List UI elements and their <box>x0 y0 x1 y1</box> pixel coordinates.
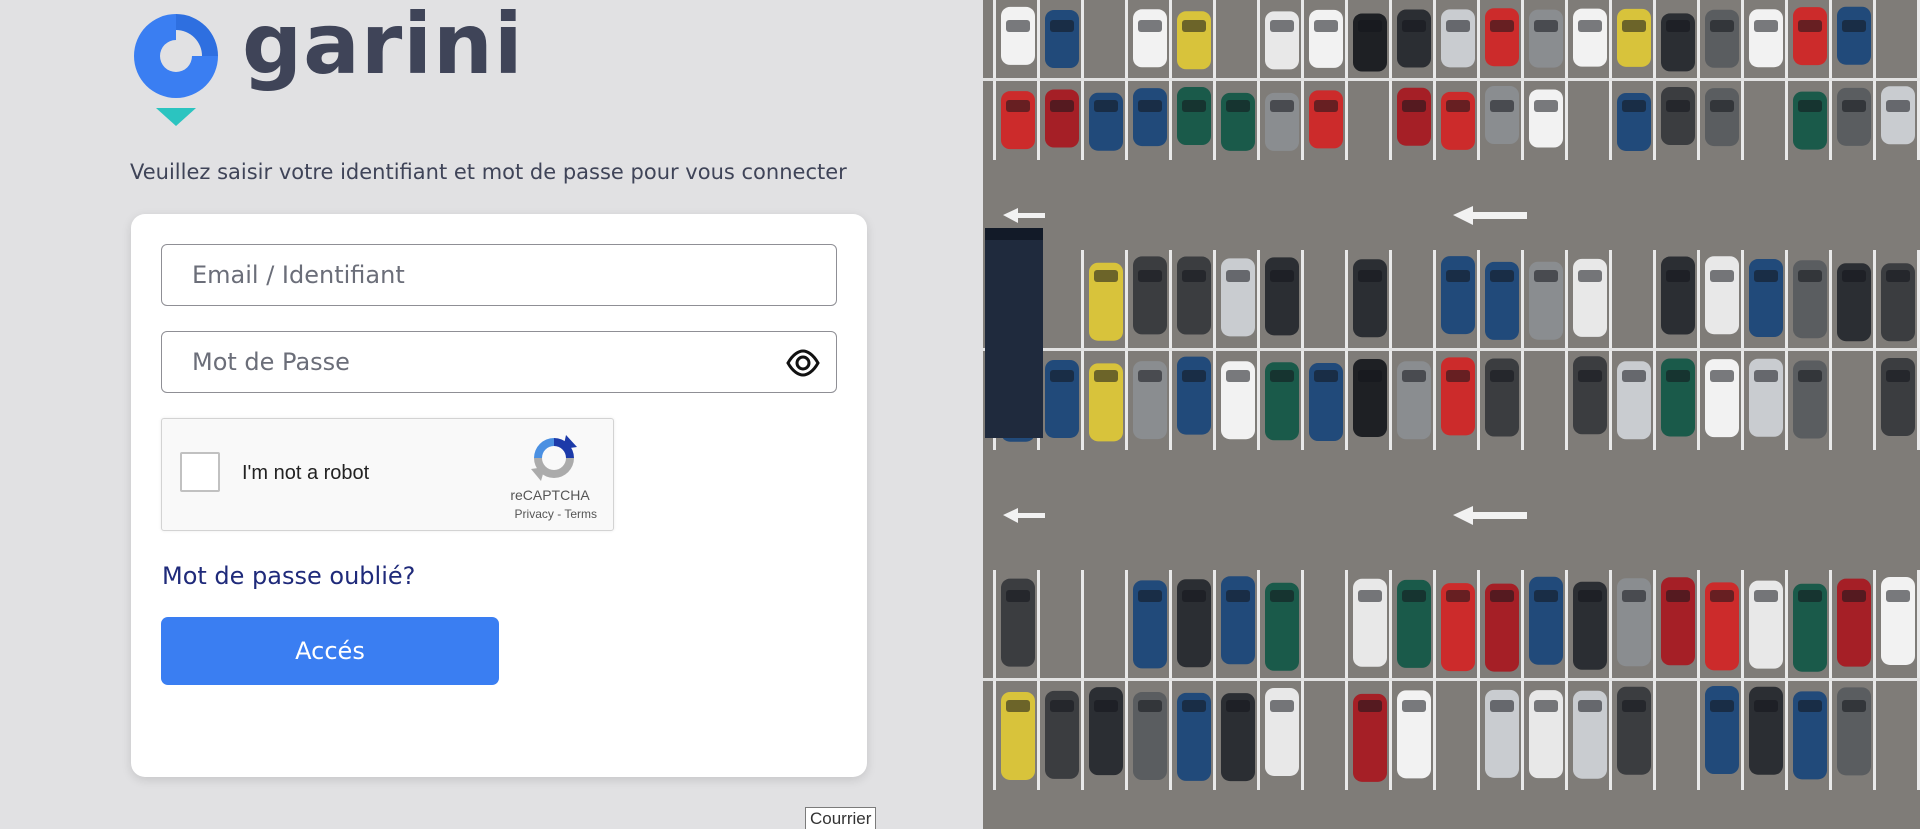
email-field[interactable] <box>161 244 837 306</box>
password-input[interactable] <box>162 332 836 392</box>
recaptcha-icon <box>531 435 577 481</box>
forgot-password-link[interactable]: Mot de passe oublié? <box>162 562 415 590</box>
email-input[interactable] <box>162 245 836 305</box>
parking-lot-photo <box>983 0 1920 829</box>
password-field[interactable] <box>161 331 837 393</box>
login-page: garini Veuillez saisir votre identifiant… <box>0 0 1920 829</box>
recaptcha-terms-link[interactable]: Terms <box>564 507 597 521</box>
brand-name: garini <box>242 0 524 93</box>
recaptcha-links: Privacy - Terms <box>515 507 597 521</box>
garini-logo-icon <box>134 14 218 126</box>
login-card: I'm not a robot reCAPTCHA Privacy - Term… <box>131 214 867 777</box>
recaptcha-brand: reCAPTCHA <box>510 487 590 503</box>
login-instructions: Veuillez saisir votre identifiant et mot… <box>130 160 847 184</box>
recaptcha-label: I'm not a robot <box>242 462 370 484</box>
recaptcha-widget: I'm not a robot reCAPTCHA Privacy - Term… <box>161 418 614 531</box>
login-button[interactable]: Accés <box>161 617 499 685</box>
eye-icon[interactable] <box>786 346 820 380</box>
brand-logo: garini <box>130 2 524 128</box>
recaptcha-separator: - <box>553 507 565 521</box>
aerial-parking-lot-photo <box>983 0 1920 829</box>
font-tooltip: Courrier <box>805 807 877 829</box>
recaptcha-checkbox[interactable] <box>180 452 220 492</box>
recaptcha-privacy-link[interactable]: Privacy <box>515 507 554 521</box>
